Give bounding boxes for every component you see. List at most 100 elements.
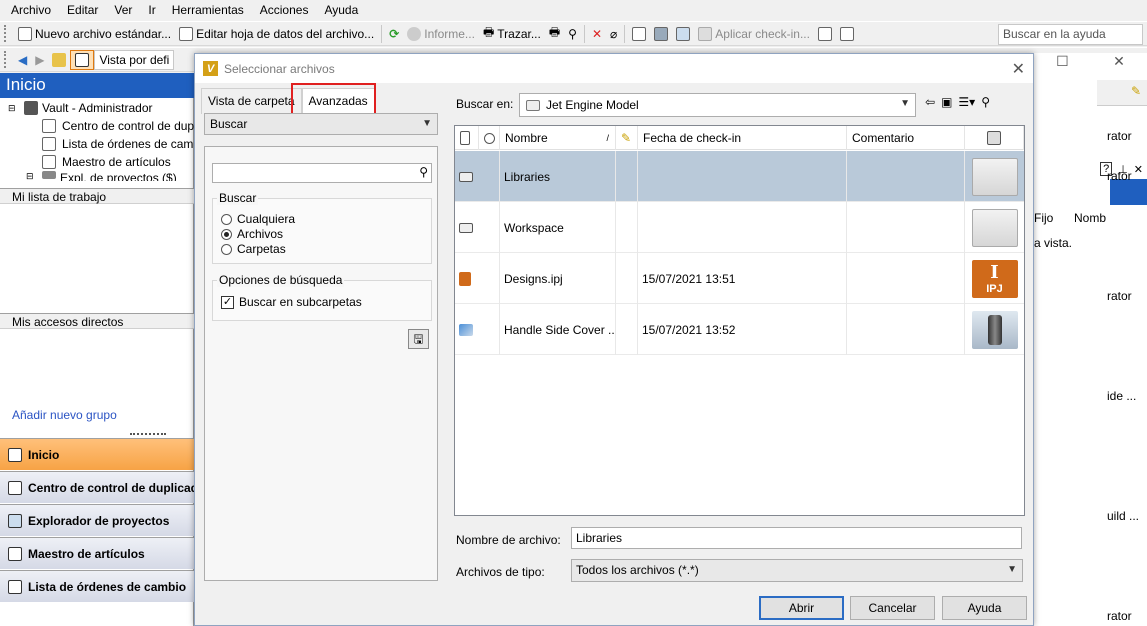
nav-label: Lista de órdenes de cambio xyxy=(28,579,187,594)
radio-button[interactable] xyxy=(221,213,232,225)
toolbar-grip[interactable] xyxy=(4,51,8,68)
header-type-icon[interactable] xyxy=(455,126,479,150)
open-button[interactable]: Abrir xyxy=(759,596,844,620)
cell-edit xyxy=(616,151,638,202)
pencil-icon: ✎ xyxy=(1130,84,1141,98)
history-button[interactable] xyxy=(836,24,858,44)
column-label: Nombre xyxy=(505,131,548,145)
worklist-header: Mi lista de trabajo xyxy=(0,188,194,204)
attach-button[interactable]: ⌀ xyxy=(606,24,621,44)
menu-ir[interactable]: Ir xyxy=(145,3,158,17)
splitter-grip[interactable] xyxy=(130,433,166,436)
back-arrow-icon[interactable]: ⇦ xyxy=(925,95,935,109)
column-label: Fecha de check-in xyxy=(643,131,742,145)
subfolders-option[interactable]: ✓ Buscar en subcarpetas xyxy=(221,295,362,309)
bg-text: rator xyxy=(1107,129,1132,143)
cancel-button[interactable]: Cancelar xyxy=(850,596,935,620)
help-search-input[interactable]: Buscar en la ayuda xyxy=(998,24,1143,45)
radio-button[interactable] xyxy=(221,243,232,255)
background-pane-controls: ? ⊥ ✕ xyxy=(1059,159,1147,179)
radio-files[interactable]: Archivos xyxy=(221,227,283,241)
trace-button[interactable]: 🖶 Trazar... xyxy=(479,24,545,44)
save-search-button[interactable]: 🖫 xyxy=(408,329,429,349)
header-name[interactable]: Nombre / xyxy=(500,126,616,150)
collapse-icon: ⊟ xyxy=(26,171,34,181)
print-button[interactable]: 🖶 xyxy=(545,24,564,44)
checkbox-label: Buscar en subcarpetas xyxy=(239,295,362,309)
look-in-value: Jet Engine Model xyxy=(546,98,639,112)
menu-ver[interactable]: Ver xyxy=(111,3,135,17)
menu-acciones[interactable]: Acciones xyxy=(257,3,312,17)
header-thumbnail[interactable] xyxy=(965,126,1024,150)
tree-item-duplicates[interactable]: Centro de control de dup xyxy=(0,117,194,135)
header-edit[interactable]: ✎ xyxy=(616,126,638,150)
checkout-button[interactable] xyxy=(672,24,694,44)
binoculars-icon[interactable]: ⚲ xyxy=(981,95,990,109)
separator xyxy=(624,24,626,43)
radio-any[interactable]: Cualquiera xyxy=(221,212,295,226)
search-options-group: Opciones de búsqueda ✓ Buscar en subcarpe… xyxy=(212,273,432,321)
file-row[interactable]: Designs.ipj 15/07/2021 13:51 I IPJ xyxy=(455,253,1024,304)
header-checkin-date[interactable]: Fecha de check-in xyxy=(638,126,847,150)
view-menu-icon[interactable]: ☰▾ xyxy=(958,95,975,109)
tree-item-eco-list[interactable]: Lista de órdenes de camb xyxy=(0,135,194,153)
radio-button[interactable] xyxy=(221,228,232,240)
view-selector[interactable]: Vista por defi xyxy=(94,49,175,70)
add-button[interactable] xyxy=(628,24,650,44)
image-icon xyxy=(987,131,1001,145)
nav-button-home[interactable]: Inicio xyxy=(0,438,194,470)
tree-item-vault[interactable]: ⊟ Vault - Administrador xyxy=(0,99,194,117)
up-folder-button[interactable] xyxy=(48,50,70,70)
new-file-label: Nuevo archivo estándar... xyxy=(35,26,172,41)
refresh-button[interactable]: ⟳ xyxy=(385,24,403,44)
nav-button-eco-list[interactable]: Lista de órdenes de cambio xyxy=(0,570,194,602)
filetype-select[interactable]: Todos los archivos (*.*) ▼ xyxy=(571,559,1023,582)
file-row[interactable]: Workspace xyxy=(455,202,1024,253)
file-row[interactable]: Handle Side Cover ... 15/07/2021 13:52 xyxy=(455,304,1024,355)
radio-folders[interactable]: Carpetas xyxy=(221,242,286,256)
nav-button-project-explorer[interactable]: Explorador de proyectos xyxy=(0,504,194,536)
help-button[interactable]: Ayuda xyxy=(942,596,1027,620)
nav-button-item-master[interactable]: Maestro de artículos xyxy=(0,537,194,569)
close-icon[interactable]: ✕ xyxy=(1012,59,1025,79)
report-button[interactable]: Informe... xyxy=(403,24,479,44)
menu-archivo[interactable]: Archivo xyxy=(8,3,54,17)
back-button[interactable]: ◀ xyxy=(14,50,31,70)
find-button[interactable]: ⚲ xyxy=(564,24,581,44)
add-group-link[interactable]: Añadir nuevo grupo xyxy=(12,408,117,422)
delete-button[interactable]: ✕ xyxy=(588,24,606,44)
new-folder-icon[interactable]: ▣ xyxy=(941,95,952,109)
checkin-icon xyxy=(698,26,713,41)
nav-button-duplicates[interactable]: Centro de control de duplicad xyxy=(0,471,194,503)
toggle-panel-button[interactable] xyxy=(70,49,95,70)
folder-thumbnail xyxy=(971,208,1018,247)
apply-checkin-button[interactable]: Aplicar check-in... xyxy=(694,24,814,44)
file-icon xyxy=(460,131,470,145)
trace-label: Trazar... xyxy=(497,26,541,41)
tree-item-item-master[interactable]: Maestro de artículos xyxy=(0,153,194,171)
header-comment[interactable]: Comentario xyxy=(847,126,965,150)
search-type-combo[interactable]: Buscar ▼ xyxy=(204,113,438,135)
cell-edit xyxy=(616,253,638,304)
menu-ayuda[interactable]: Ayuda xyxy=(321,3,361,17)
edit-datasheet-button[interactable]: Editar hoja de datos del archivo... xyxy=(175,24,378,44)
menu-herramientas[interactable]: Herramientas xyxy=(169,3,247,17)
toolbar-grip[interactable] xyxy=(4,25,8,42)
filename-input[interactable]: Libraries xyxy=(571,527,1022,549)
background-content xyxy=(1032,73,1147,626)
tab-folder-view[interactable]: Vista de carpeta xyxy=(201,88,302,114)
forward-arrow-icon: ▶ xyxy=(35,52,45,67)
copy-design-button[interactable] xyxy=(650,24,672,44)
menu-editar[interactable]: Editar xyxy=(64,3,101,17)
forward-button[interactable]: ▶ xyxy=(31,50,48,70)
cell-date: 15/07/2021 13:52 xyxy=(638,304,847,355)
tree-item-project-explorer[interactable]: ⊟ Expl. de proyectos ($) xyxy=(0,171,194,181)
search-input[interactable]: ⚲ xyxy=(212,163,432,183)
header-status[interactable] xyxy=(479,126,500,150)
look-in-combo[interactable]: Jet Engine Model ▼ xyxy=(519,93,916,117)
checkbox-checked[interactable]: ✓ xyxy=(221,295,234,309)
undo-checkout-button[interactable] xyxy=(814,24,836,44)
new-file-button[interactable]: Nuevo archivo estándar... xyxy=(14,24,175,44)
file-row[interactable]: Libraries xyxy=(455,151,1024,202)
search-type-value: Buscar xyxy=(210,117,248,131)
